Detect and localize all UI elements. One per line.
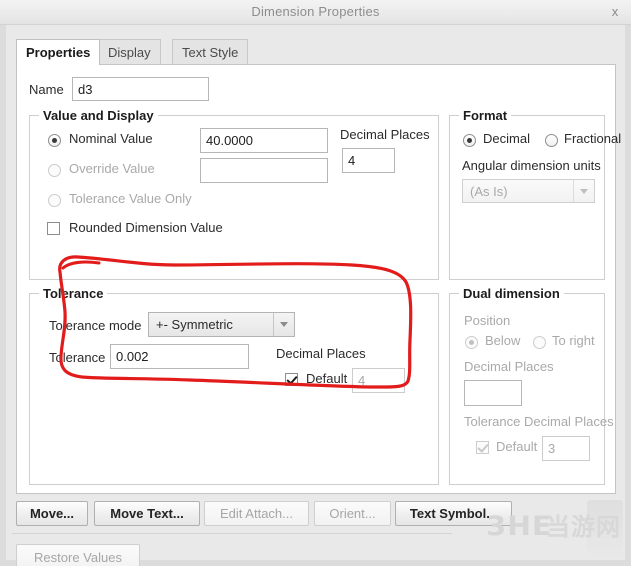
move-button[interactable]: Move... <box>16 501 88 526</box>
dual-decimal-places-input[interactable] <box>464 380 522 406</box>
decimal-places-input[interactable] <box>342 148 395 173</box>
override-value-label: Override Value <box>69 161 155 176</box>
nominal-value-label: Nominal Value <box>69 131 153 146</box>
decimal-places-label: Decimal Places <box>340 127 430 142</box>
tab-text-style[interactable]: Text Style <box>172 39 249 65</box>
dimension-properties-dialog: Dimension Properties x Properties Displa… <box>0 0 631 566</box>
footer-divider <box>12 533 452 534</box>
checkbox-rounded-dimension-value[interactable] <box>47 222 60 235</box>
format-group: Format Decimal Fractional Angular dimens… <box>449 108 621 280</box>
nominal-value-input[interactable] <box>200 128 328 153</box>
radio-fractional[interactable] <box>545 134 558 147</box>
to-right-label: To right <box>552 333 595 348</box>
radio-below[interactable] <box>465 336 478 349</box>
chevron-down-icon <box>573 180 594 202</box>
close-icon[interactable]: x <box>607 4 623 20</box>
tolerance-default-label: Default <box>306 371 348 386</box>
properties-panel: Name Value and Display Nominal Value Dec… <box>16 64 621 494</box>
checkbox-dual-default[interactable] <box>476 441 489 454</box>
tolerance-title: Tolerance <box>39 286 108 301</box>
dual-dimension-group: Dual dimension Position Below To right D… <box>449 286 614 485</box>
angular-dimension-units-dropdown[interactable]: (As Is) <box>462 179 595 203</box>
name-label: Name <box>29 82 64 97</box>
dialog-titlebar: Dimension Properties x <box>0 0 631 25</box>
angular-dimension-units-label: Angular dimension units <box>462 158 601 173</box>
tab-display[interactable]: Display <box>98 39 161 65</box>
tolerance-value-only-label: Tolerance Value Only <box>69 191 192 206</box>
fractional-label: Fractional <box>564 131 622 146</box>
radio-override-value[interactable] <box>48 164 61 177</box>
restore-values-button[interactable]: Restore Values <box>16 544 140 566</box>
chevron-down-icon <box>273 313 294 336</box>
angular-dimension-units-value: (As Is) <box>470 183 508 199</box>
tolerance-value-input[interactable] <box>110 344 249 369</box>
override-value-input[interactable] <box>200 158 328 183</box>
text-symbol-button[interactable]: Text Symbol... <box>395 501 512 526</box>
below-label: Below <box>485 333 521 348</box>
value-and-display-title: Value and Display <box>39 108 158 123</box>
rounded-dimension-value-label: Rounded Dimension Value <box>69 220 223 235</box>
edit-attach-button[interactable]: Edit Attach... <box>204 501 309 526</box>
checkbox-tolerance-default[interactable] <box>285 373 298 386</box>
tolerance-mode-label: Tolerance mode <box>49 318 142 333</box>
tolerance-value-label: Tolerance <box>49 350 106 365</box>
tab-properties[interactable]: Properties <box>16 39 101 65</box>
value-and-display-group: Value and Display Nominal Value Decimal … <box>29 108 439 280</box>
tab-strip: Properties Display Text Style <box>16 39 616 65</box>
move-text-button[interactable]: Move Text... <box>94 501 200 526</box>
dual-tolerance-decimal-places-input[interactable] <box>542 436 590 461</box>
dual-decimal-places-label: Decimal Places <box>464 359 554 374</box>
radio-to-right[interactable] <box>533 336 546 349</box>
format-title: Format <box>459 108 512 123</box>
decimal-label: Decimal <box>483 131 530 146</box>
name-input[interactable] <box>72 77 209 101</box>
position-label: Position <box>464 313 511 328</box>
dual-dimension-title: Dual dimension <box>459 286 564 301</box>
tolerance-mode-dropdown[interactable]: +- Symmetric <box>148 312 295 337</box>
dialog-title: Dimension Properties <box>251 4 380 19</box>
tolerance-decimal-places-input[interactable] <box>352 368 405 393</box>
dialog-body: Properties Display Text Style Name Value… <box>0 25 631 566</box>
tolerance-mode-value: +- Symmetric <box>156 317 233 332</box>
orient-button[interactable]: Orient... <box>314 501 391 526</box>
tolerance-group: Tolerance Tolerance mode +- Symmetric To… <box>29 286 439 485</box>
radio-nominal-value[interactable] <box>48 134 61 147</box>
tolerance-decimal-places-label: Decimal Places <box>276 346 366 361</box>
radio-decimal[interactable] <box>463 134 476 147</box>
radio-tolerance-value-only[interactable] <box>48 194 61 207</box>
dual-default-label: Default <box>496 439 538 454</box>
dual-tolerance-decimal-places-label: Tolerance Decimal Places <box>464 414 614 429</box>
